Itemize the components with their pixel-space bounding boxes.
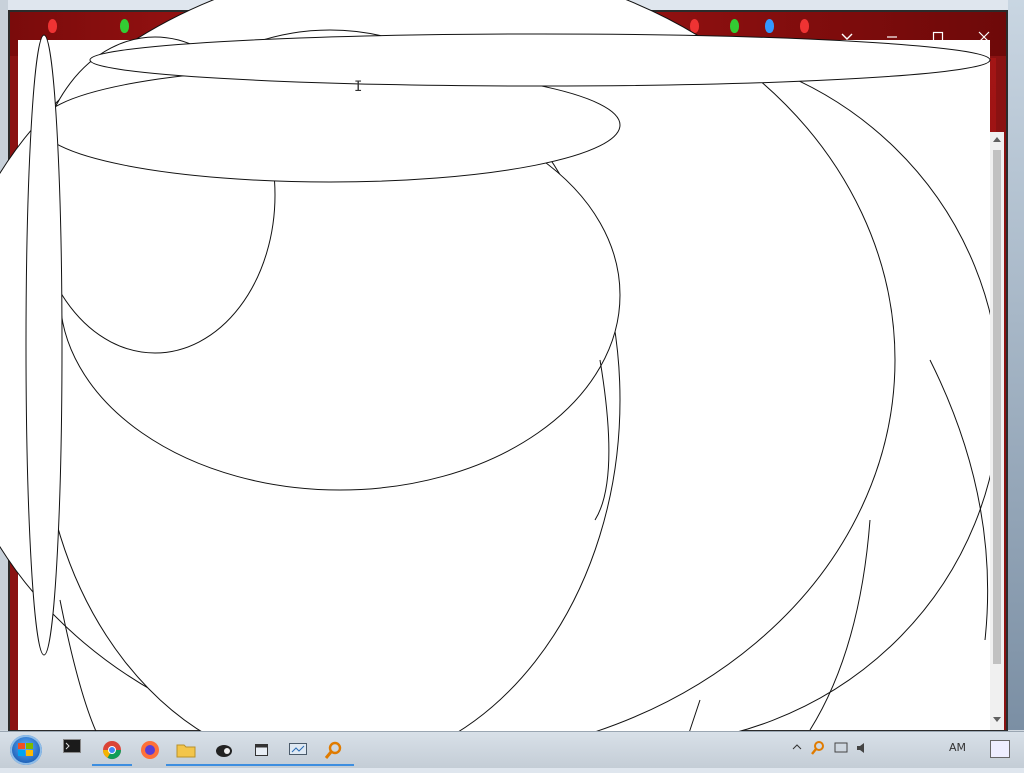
magnifier-icon [324,741,342,759]
folder-icon [176,744,196,758]
drawing-canvas[interactable] [0,0,1024,768]
system-tray: АМ [784,732,1014,768]
window-icon [255,744,268,756]
thin-top-ellipse [89,33,991,87]
taskbar-item-chrome[interactable] [92,734,132,766]
taskbar-item-search[interactable] [314,734,354,766]
taskbar-item-tux[interactable] [204,734,244,766]
scroll-up-icon[interactable] [992,135,1002,143]
windows-start-icon [18,743,34,757]
scroll-down-icon[interactable] [992,716,1002,724]
scrollbar-thumb[interactable] [993,150,1001,664]
chevron-up-icon[interactable] [792,742,802,752]
taskbar-item-firefox[interactable] [130,734,170,766]
apps-grid-icon[interactable] [947,153,965,171]
taskbar-item-explorer[interactable] [166,734,206,766]
firefox-icon [141,741,159,759]
network-icon[interactable] [834,742,848,754]
taskbar-item-monitor[interactable] [278,734,318,766]
magnifier-icon[interactable] [810,740,826,756]
start-button[interactable] [10,735,42,765]
console-icon [63,739,81,753]
notification-icon[interactable] [990,740,1010,758]
tall-narrow-ellipse [25,34,63,656]
taskbar-item-window[interactable] [242,734,282,766]
chrome-icon [103,741,121,760]
taskbar: АМ [0,731,1024,768]
text-cursor: I [354,79,363,95]
monitor-icon [289,743,307,755]
penguin-icon [216,745,232,757]
taskbar-item-cmd[interactable] [52,734,92,766]
clock[interactable]: АМ [949,741,966,754]
volume-icon[interactable] [856,742,870,754]
